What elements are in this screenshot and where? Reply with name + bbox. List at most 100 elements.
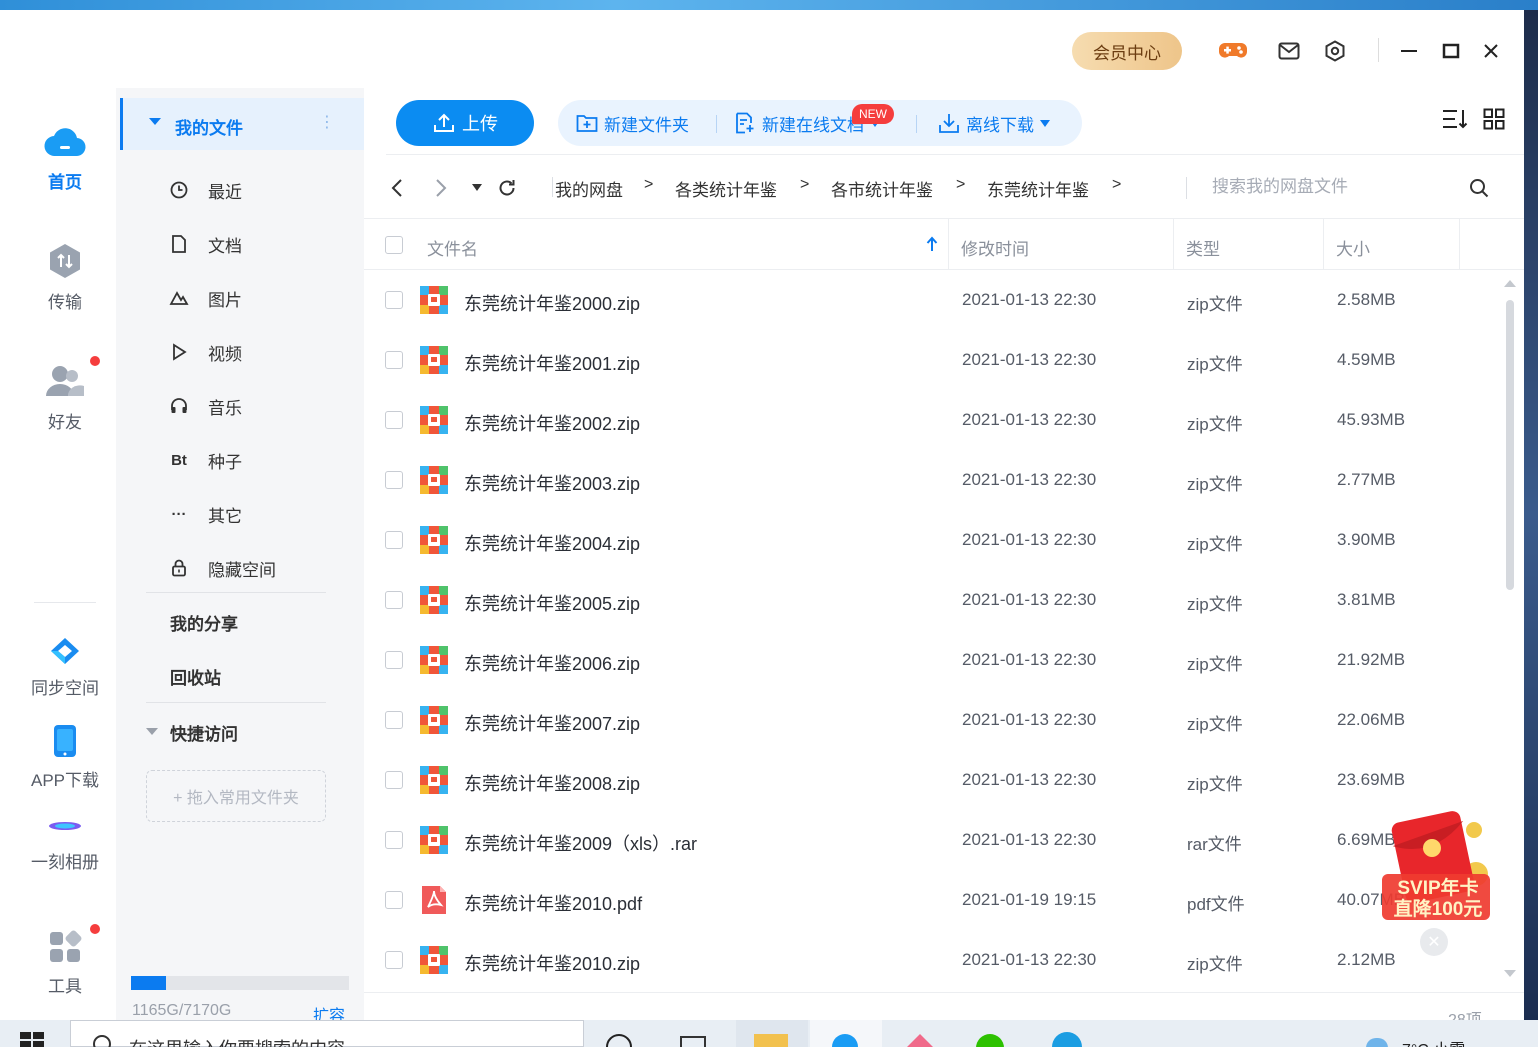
sidebar-my-files[interactable]: 我的文件 ⋮ xyxy=(120,98,364,150)
table-row[interactable]: 东莞统计年鉴2010.pdf 2021-01-19 19:15 pdf文件 40.07… xyxy=(364,870,1504,930)
rail-item-sync-space[interactable]: 同步空间 xyxy=(14,636,116,699)
vip-center-button[interactable]: 会员中心 xyxy=(1072,32,1182,70)
collapse-caret-icon[interactable] xyxy=(146,728,158,735)
row-checkbox[interactable] xyxy=(385,291,403,309)
file-name[interactable]: 东莞统计年鉴2000.zip xyxy=(464,290,640,316)
app-icon[interactable] xyxy=(884,1020,956,1047)
scrollbar-thumb[interactable] xyxy=(1506,300,1514,590)
task-view-icon[interactable] xyxy=(660,1020,732,1047)
drop-folder-zone[interactable]: + 拖入常用文件夹 xyxy=(146,770,326,822)
settings-icon[interactable] xyxy=(1320,36,1350,66)
grid-view-icon[interactable] xyxy=(1481,106,1507,132)
table-row[interactable]: 东莞统计年鉴2010.zip 2021-01-13 22:30 zip文件 2.12M… xyxy=(364,930,1504,990)
row-checkbox[interactable] xyxy=(385,951,403,969)
column-header-modified[interactable]: 修改时间 xyxy=(961,235,1029,260)
row-checkbox[interactable] xyxy=(385,771,403,789)
breadcrumb-item[interactable]: 各市统计年鉴 xyxy=(831,176,933,201)
file-name[interactable]: 东莞统计年鉴2003.zip xyxy=(464,470,640,496)
sort-list-icon[interactable] xyxy=(1442,106,1468,132)
table-row[interactable]: 东莞统计年鉴2006.zip 2021-01-13 22:30 zip文件 21.92… xyxy=(364,630,1504,690)
sidebar-quick-access[interactable]: 快捷访问 xyxy=(170,720,238,745)
close-icon[interactable] xyxy=(1476,36,1506,66)
sort-ascending-icon[interactable] xyxy=(926,236,938,257)
windows-start-icon[interactable] xyxy=(20,1032,44,1047)
file-name[interactable]: 东莞统计年鉴2010.zip xyxy=(464,950,640,976)
row-checkbox[interactable] xyxy=(385,651,403,669)
new-folder-button[interactable]: 新建文件夹 xyxy=(576,112,689,135)
upload-button[interactable]: 上传 xyxy=(396,100,534,146)
sidebar-item-recent[interactable]: 最近 xyxy=(168,178,242,202)
breadcrumb-item[interactable]: 各类统计年鉴 xyxy=(675,176,777,201)
row-checkbox[interactable] xyxy=(385,831,403,849)
search-input[interactable] xyxy=(1212,171,1452,203)
column-header-type[interactable]: 类型 xyxy=(1186,235,1220,260)
file-name[interactable]: 东莞统计年鉴2010.pdf xyxy=(464,890,642,916)
rail-item-app-download[interactable]: APP下载 xyxy=(14,724,116,791)
collapse-caret-icon[interactable] xyxy=(149,118,161,125)
vertical-more-icon[interactable]: ⋮ xyxy=(319,112,335,132)
refresh-icon[interactable] xyxy=(496,177,518,199)
scroll-down-arrow-icon[interactable] xyxy=(1504,970,1516,977)
table-row[interactable]: 东莞统计年鉴2007.zip 2021-01-13 22:30 zip文件 22.06… xyxy=(364,690,1504,750)
minimize-icon[interactable] xyxy=(1394,36,1424,66)
table-row[interactable]: 东莞统计年鉴2000.zip 2021-01-13 22:30 zip文件 2.58M… xyxy=(364,270,1504,330)
table-row[interactable]: 东莞统计年鉴2009（xls）.rar 2021-01-13 22:30 rar文件… xyxy=(364,810,1504,870)
baidu-netdisk-taskbar-icon[interactable] xyxy=(810,1020,882,1047)
game-icon[interactable] xyxy=(1218,36,1248,66)
row-checkbox[interactable] xyxy=(385,531,403,549)
column-header-name[interactable]: 文件名 xyxy=(427,235,478,260)
breadcrumb-item-root[interactable]: 我的网盘 xyxy=(555,176,623,201)
table-row[interactable]: 东莞统计年鉴2004.zip 2021-01-13 22:30 zip文件 3.90M… xyxy=(364,510,1504,570)
mail-icon[interactable] xyxy=(1274,36,1304,66)
select-all-checkbox[interactable] xyxy=(385,236,403,254)
file-name[interactable]: 东莞统计年鉴2009（xls）.rar xyxy=(464,830,697,856)
rail-item-home[interactable]: 首页 xyxy=(14,122,116,193)
row-checkbox[interactable] xyxy=(385,891,403,909)
rail-item-album[interactable]: 一刻相册 xyxy=(14,812,116,873)
file-name[interactable]: 东莞统计年鉴2008.zip xyxy=(464,770,640,796)
scroll-up-arrow-icon[interactable] xyxy=(1504,280,1516,287)
search-icon[interactable] xyxy=(1466,175,1492,201)
weather-text[interactable]: 7°C 小雪 xyxy=(1402,1036,1465,1047)
sidebar-item-videos[interactable]: 视频 xyxy=(168,340,242,364)
offline-download-button[interactable]: 离线下载 xyxy=(938,112,1050,135)
sidebar-item-documents[interactable]: 文档 xyxy=(168,232,242,256)
forward-icon[interactable] xyxy=(430,177,452,199)
svip-promo-banner[interactable]: SVIP年卡 直降100元 xyxy=(1376,808,1496,928)
back-icon[interactable] xyxy=(386,177,408,199)
row-checkbox[interactable] xyxy=(385,471,403,489)
rail-item-friends[interactable]: 好友 xyxy=(14,356,116,433)
rail-item-tools[interactable]: 工具 xyxy=(14,924,116,997)
file-name[interactable]: 东莞统计年鉴2005.zip xyxy=(464,590,640,616)
file-name[interactable]: 东莞统计年鉴2006.zip xyxy=(464,650,640,676)
row-checkbox[interactable] xyxy=(385,411,403,429)
wechat-icon[interactable] xyxy=(956,1020,1028,1047)
promo-close-icon[interactable]: ✕ xyxy=(1420,928,1448,956)
sidebar-item-torrents[interactable]: Bt 种子 xyxy=(168,448,242,472)
file-explorer-icon[interactable] xyxy=(736,1020,808,1047)
history-dropdown-icon[interactable] xyxy=(466,177,488,199)
file-name[interactable]: 东莞统计年鉴2002.zip xyxy=(464,410,640,436)
table-row[interactable]: 东莞统计年鉴2003.zip 2021-01-13 22:30 zip文件 2.77M… xyxy=(364,450,1504,510)
row-checkbox[interactable] xyxy=(385,351,403,369)
table-row[interactable]: 东莞统计年鉴2002.zip 2021-01-13 22:30 zip文件 45.93… xyxy=(364,390,1504,450)
sidebar-item-my-share[interactable]: 我的分享 xyxy=(170,610,238,635)
file-name[interactable]: 东莞统计年鉴2007.zip xyxy=(464,710,640,736)
table-row[interactable]: 东莞统计年鉴2005.zip 2021-01-13 22:30 zip文件 3.81M… xyxy=(364,570,1504,630)
maximize-icon[interactable] xyxy=(1436,36,1466,66)
table-row[interactable]: 东莞统计年鉴2008.zip 2021-01-13 22:30 zip文件 23.69… xyxy=(364,750,1504,810)
row-checkbox[interactable] xyxy=(385,591,403,609)
column-header-size[interactable]: 大小 xyxy=(1336,235,1370,260)
rail-item-transfer[interactable]: 传输 xyxy=(14,242,116,313)
sidebar-item-other[interactable]: ··· 其它 xyxy=(168,502,243,526)
sidebar-item-music[interactable]: 音乐 xyxy=(168,394,242,418)
row-checkbox[interactable] xyxy=(385,711,403,729)
sidebar-item-images[interactable]: 图片 xyxy=(168,286,242,310)
breadcrumb-item-current[interactable]: 东莞统计年鉴 xyxy=(987,176,1089,201)
edge-browser-icon[interactable] xyxy=(1032,1020,1104,1047)
weather-icon[interactable] xyxy=(1366,1038,1388,1047)
table-row[interactable]: 东莞统计年鉴2001.zip 2021-01-13 22:30 zip文件 4.59M… xyxy=(364,330,1504,390)
file-name[interactable]: 东莞统计年鉴2001.zip xyxy=(464,350,640,376)
taskbar-search-box[interactable]: 在这里输入你要搜索的内容 xyxy=(70,1020,584,1047)
sidebar-item-hidden-space[interactable]: 隐藏空间 xyxy=(168,556,276,580)
